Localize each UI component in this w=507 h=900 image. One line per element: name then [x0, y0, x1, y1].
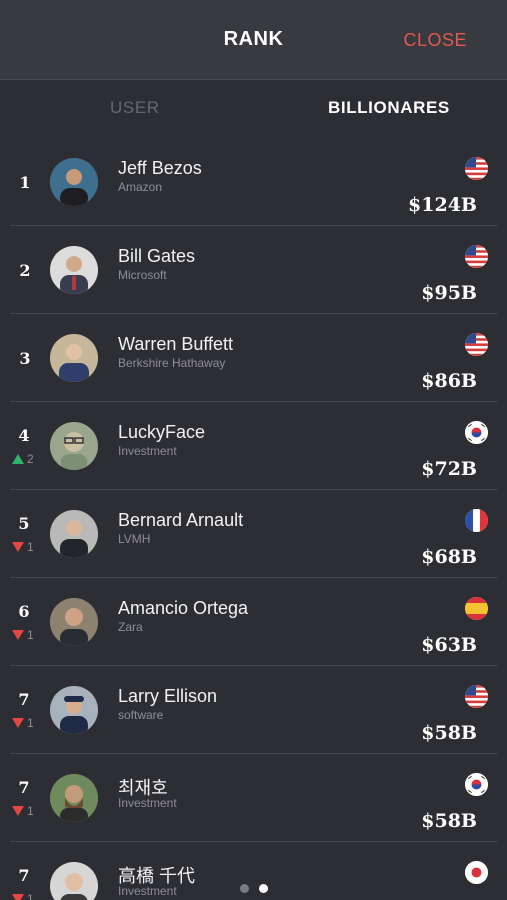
rank-down-icon	[12, 806, 24, 816]
ranking-list: 1 Jeff Bezos Amazon $124B 2 Bill Gates M…	[0, 138, 507, 900]
company-name: Berkshire Hathaway	[118, 356, 226, 370]
rank-up-icon	[12, 454, 24, 464]
net-worth: $63B	[421, 634, 477, 656]
rank-number: 4	[18, 426, 30, 445]
person-name: Amancio Ortega	[118, 598, 249, 618]
company-name: Microsoft	[118, 268, 167, 282]
avatar	[50, 510, 98, 558]
rank-change-amount: 1	[27, 804, 34, 818]
person-name: Jeff Bezos	[118, 158, 202, 178]
ranking-row[interactable]: 5 1 Bernard Arnault LVMH $68B	[0, 490, 507, 578]
ranking-row[interactable]: 6 1 Amancio Ortega Zara $63B	[0, 578, 507, 666]
rank-number: 7	[18, 690, 30, 709]
avatar	[50, 598, 98, 646]
net-worth: $86B	[421, 370, 477, 392]
us-flag-icon	[465, 245, 488, 268]
us-flag-icon	[465, 333, 488, 356]
ranking-row[interactable]: 7 1 Larry Ellison software $58B	[0, 666, 507, 754]
avatar	[50, 422, 98, 470]
top-bar: RANK CLOSE	[0, 0, 507, 80]
avatar	[50, 246, 98, 294]
company-name: Zara	[118, 620, 143, 634]
fr-flag-icon	[465, 509, 488, 532]
ranking-row[interactable]: 4 2 LuckyFace Investment $72B	[0, 402, 507, 490]
rank-number: 2	[19, 261, 31, 280]
avatar	[50, 334, 98, 382]
rank-down-icon	[12, 718, 24, 728]
rank-change: 1	[12, 716, 34, 730]
kr-flag-icon	[465, 773, 488, 796]
rank-change-amount: 2	[27, 452, 34, 466]
avatar	[50, 774, 98, 822]
ranking-row[interactable]: 1 Jeff Bezos Amazon $124B	[0, 138, 507, 226]
ranking-row[interactable]: 7 1 최재호 Investment $58B	[0, 754, 507, 842]
rank-number: 7	[18, 778, 30, 797]
page-dot[interactable]	[239, 884, 249, 893]
rank-number: 5	[18, 514, 30, 533]
net-worth: $68B	[421, 546, 477, 568]
net-worth: $58B	[421, 810, 477, 832]
company-name: software	[118, 708, 164, 722]
company-name: Amazon	[118, 180, 163, 194]
avatar	[50, 686, 98, 734]
us-flag-icon	[465, 157, 488, 180]
rank-change-amount: 1	[27, 716, 34, 730]
page-dot-active[interactable]	[258, 884, 268, 893]
ranking-row[interactable]: 2 Bill Gates Microsoft $95B	[0, 226, 507, 314]
tab-billionaires[interactable]: BILLIONARES	[328, 98, 450, 118]
person-name: Warren Buffett	[118, 334, 234, 354]
rank-change: 1	[12, 540, 34, 554]
rank-down-icon	[12, 542, 24, 552]
es-flag-icon	[465, 597, 488, 620]
rank-change: 1	[12, 628, 34, 642]
rank-change-amount: 1	[27, 628, 34, 642]
net-worth: $72B	[421, 458, 477, 480]
rank-change-amount: 1	[27, 540, 34, 554]
rank-number: 3	[19, 349, 31, 368]
net-worth: $124B	[408, 194, 477, 216]
rank-number: 1	[19, 173, 31, 192]
ranking-row[interactable]: 3 Warren Buffett Berkshire Hathaway $86B	[0, 314, 507, 402]
close-button[interactable]: CLOSE	[403, 30, 467, 51]
rank-down-icon	[12, 630, 24, 640]
tab-user[interactable]: USER	[110, 98, 160, 118]
net-worth: $58B	[421, 722, 477, 744]
company-name: Investment	[118, 796, 177, 810]
person-name: LuckyFace	[118, 422, 206, 442]
rank-number: 6	[18, 602, 30, 621]
company-name: Investment	[118, 444, 177, 458]
avatar	[50, 158, 98, 206]
rank-change: 2	[12, 452, 34, 466]
person-name: Larry Ellison	[118, 686, 218, 706]
net-worth: $95B	[421, 282, 477, 304]
person-name: Bernard Arnault	[118, 510, 244, 530]
rank-change: 1	[12, 804, 34, 818]
page-indicator	[0, 880, 507, 898]
us-flag-icon	[465, 685, 488, 708]
company-name: LVMH	[118, 532, 151, 546]
tab-bar: USER BILLIONARES	[0, 80, 507, 136]
kr-flag-icon	[465, 421, 488, 444]
person-name: Bill Gates	[118, 246, 196, 266]
